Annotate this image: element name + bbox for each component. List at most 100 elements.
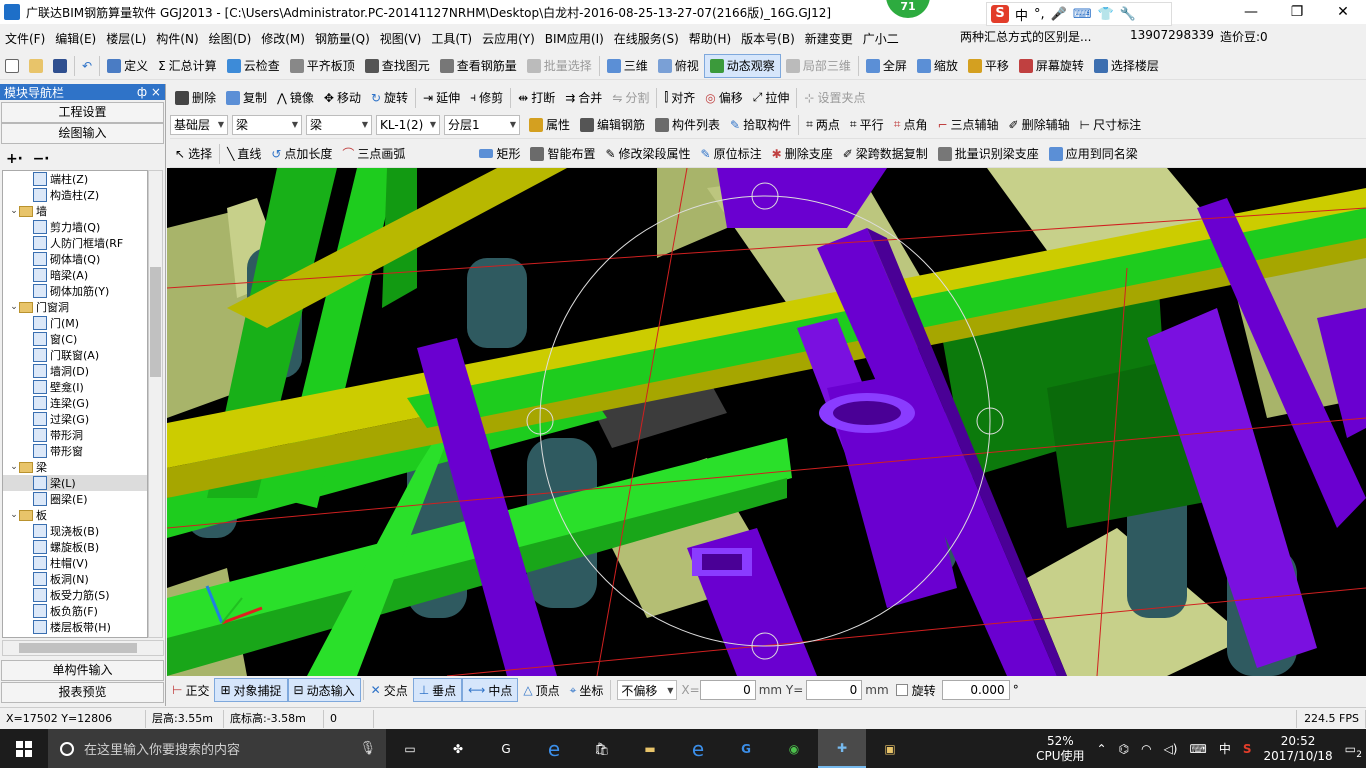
- volume-icon[interactable]: ◁): [1164, 742, 1178, 756]
- expand-icon[interactable]: ⌄: [9, 462, 19, 472]
- category-select[interactable]: 梁 ▼: [232, 114, 302, 135]
- expand-icon[interactable]: ⌄: [9, 510, 19, 520]
- tray-expand-icon[interactable]: ⌃: [1097, 742, 1107, 756]
- project-settings-button[interactable]: 工程设置: [1, 102, 164, 123]
- three-point-axis-button[interactable]: ⌐ 三点辅轴: [932, 113, 1003, 137]
- single-member-input-button[interactable]: 单构件输入: [1, 660, 164, 681]
- smart-layout-button[interactable]: 智能布置: [525, 142, 600, 166]
- edit-rebar-button[interactable]: 编辑钢筋: [575, 113, 650, 137]
- green-badge[interactable]: 71: [886, 0, 930, 18]
- trim-button[interactable]: ⫞ 修剪: [465, 86, 508, 110]
- ie-icon[interactable]: e: [674, 729, 722, 768]
- phone-number[interactable]: 13907298339: [1130, 28, 1214, 45]
- floor-select[interactable]: 基础层 ▼: [170, 114, 228, 135]
- tree-item[interactable]: 壁龛(I): [3, 379, 147, 395]
- tree-item[interactable]: 柱帽(V): [3, 555, 147, 571]
- batch-identify-support-button[interactable]: 批量识别梁支座: [933, 142, 1044, 166]
- view-rebar-button[interactable]: 查看钢筋量: [435, 54, 522, 78]
- pin-icon[interactable]: ф ×: [137, 85, 161, 99]
- tree-item[interactable]: 人防门框墙(RF: [3, 235, 147, 251]
- notes-app-icon[interactable]: ▣: [866, 729, 914, 768]
- perpendicular-snap-button[interactable]: ⊥ 垂点: [412, 678, 463, 702]
- properties-button[interactable]: 属性: [524, 113, 575, 137]
- ggj-app-icon[interactable]: ✚: [818, 729, 866, 768]
- delete-button[interactable]: 删除: [170, 86, 221, 110]
- expand-icon[interactable]: ⌄: [9, 206, 19, 216]
- rectangle-button[interactable]: 矩形: [474, 142, 525, 166]
- find-element-button[interactable]: 查找图元: [360, 54, 435, 78]
- store-icon[interactable]: 🛍: [578, 729, 626, 768]
- tree-item[interactable]: 连梁(G): [3, 395, 147, 411]
- menu-modify[interactable]: 修改(M): [256, 30, 310, 47]
- wrench-icon[interactable]: 🔧: [1120, 7, 1136, 22]
- tree-item[interactable]: 砌体墙(Q): [3, 251, 147, 267]
- point-angle-button[interactable]: ⌗ 点角: [889, 113, 933, 137]
- break-button[interactable]: ⇹ 打断: [513, 86, 560, 110]
- tree-folder[interactable]: ⌄ 梁: [3, 459, 147, 475]
- dynamic-input-button[interactable]: ⊟ 动态输入: [287, 678, 361, 702]
- local-3d-button[interactable]: 局部三维: [781, 54, 856, 78]
- cloud-check-button[interactable]: 云检查: [222, 54, 285, 78]
- ortho-button[interactable]: ⊢ 正交: [167, 678, 214, 702]
- summary-calc-button[interactable]: Σ 汇总计算: [153, 54, 222, 78]
- menu-member[interactable]: 构件(N): [151, 30, 203, 47]
- point-length-button[interactable]: ↺ 点加长度: [266, 142, 337, 166]
- menu-view[interactable]: 视图(V): [375, 30, 427, 47]
- tree-item[interactable]: 剪力墙(Q): [3, 219, 147, 235]
- two-point-button[interactable]: ⌗ 两点: [801, 113, 845, 137]
- menu-tools[interactable]: 工具(T): [426, 30, 477, 47]
- taskbar-search[interactable]: 在这里输入你要搜索的内容 🎙: [48, 729, 386, 768]
- fullscreen-button[interactable]: 全屏: [861, 54, 912, 78]
- copy-button[interactable]: 复制: [221, 86, 272, 110]
- tree-item[interactable]: 板受力筋(S): [3, 587, 147, 603]
- start-button[interactable]: [0, 729, 48, 768]
- collapse-all-icon[interactable]: −‧: [33, 151, 50, 167]
- extend-button[interactable]: ⇥ 延伸: [418, 86, 465, 110]
- menu-guangxiaoer[interactable]: 广小二: [858, 30, 904, 47]
- menu-edit[interactable]: 编辑(E): [50, 30, 101, 47]
- merge-button[interactable]: ⇉ 合并: [560, 86, 607, 110]
- component-tree[interactable]: 端柱(Z) 构造柱(Z) ⌄ 墙剪力墙(Q) 人防门框墙(RF 砌体墙(Q) 暗梁(A) 砌体…: [2, 170, 148, 638]
- undo-button[interactable]: ↶: [77, 54, 97, 78]
- 3d-scene[interactable]: [167, 168, 1366, 676]
- tree-item[interactable]: 板负筋(F): [3, 603, 147, 619]
- tree-item[interactable]: 带形窗: [3, 443, 147, 459]
- x-input[interactable]: 0: [699, 680, 756, 700]
- draw-input-button[interactable]: 绘图输入: [1, 123, 164, 144]
- menu-help[interactable]: 帮助(H): [684, 30, 736, 47]
- object-snap-button[interactable]: ⊞ 对象捕捉: [214, 678, 288, 702]
- pan-button[interactable]: 平移: [963, 54, 1014, 78]
- tree-item[interactable]: 螺旋板(B): [3, 539, 147, 555]
- browser-g-icon[interactable]: G: [482, 729, 530, 768]
- tree-item[interactable]: 圈梁(E): [3, 491, 147, 507]
- rotate-button[interactable]: ↻ 旋转: [366, 86, 413, 110]
- menu-file[interactable]: 文件(F): [0, 30, 50, 47]
- expand-all-icon[interactable]: +‧: [6, 151, 23, 167]
- tree-item[interactable]: 构造柱(Z): [3, 187, 147, 203]
- offset-select[interactable]: 不偏移 ▼: [617, 680, 678, 700]
- report-preview-button[interactable]: 报表预览: [1, 682, 164, 703]
- user-icon[interactable]: 👕: [1098, 7, 1114, 22]
- menu-rebar[interactable]: 钢筋量(Q): [310, 30, 375, 47]
- keyboard-icon[interactable]: ⌨: [1073, 7, 1092, 22]
- member-list-button[interactable]: 构件列表: [650, 113, 725, 137]
- tree-vertical-scrollbar[interactable]: [148, 170, 163, 638]
- screen-rotate-button[interactable]: 屏幕旋转: [1014, 54, 1089, 78]
- keyboard-tray-icon[interactable]: ⌨: [1189, 742, 1206, 756]
- top-view-button[interactable]: 俯视: [653, 54, 704, 78]
- 3d-viewport[interactable]: [167, 168, 1366, 676]
- tree-item[interactable]: 砌体加筋(Y): [3, 283, 147, 299]
- ime-toolbar[interactable]: S 中 °, 🎤 ⌨ 👕 🔧: [986, 2, 1172, 26]
- batch-select-button[interactable]: 批量选择: [522, 54, 597, 78]
- type-select[interactable]: 梁 ▼: [306, 114, 372, 135]
- menu-draw[interactable]: 绘图(D): [204, 30, 257, 47]
- menu-bim[interactable]: BIM应用(I): [540, 30, 609, 47]
- rotate-checkbox[interactable]: [895, 684, 908, 696]
- expand-icon[interactable]: ⌄: [9, 302, 19, 312]
- menu-online[interactable]: 在线服务(S): [609, 30, 684, 47]
- tip-text[interactable]: 两种汇总方式的区别是...: [960, 28, 1091, 45]
- fan-app-icon[interactable]: ✤: [434, 729, 482, 768]
- save-button[interactable]: [48, 54, 72, 78]
- y-input[interactable]: 0: [806, 680, 863, 700]
- dimension-button[interactable]: ⊢ 尺寸标注: [1075, 113, 1146, 137]
